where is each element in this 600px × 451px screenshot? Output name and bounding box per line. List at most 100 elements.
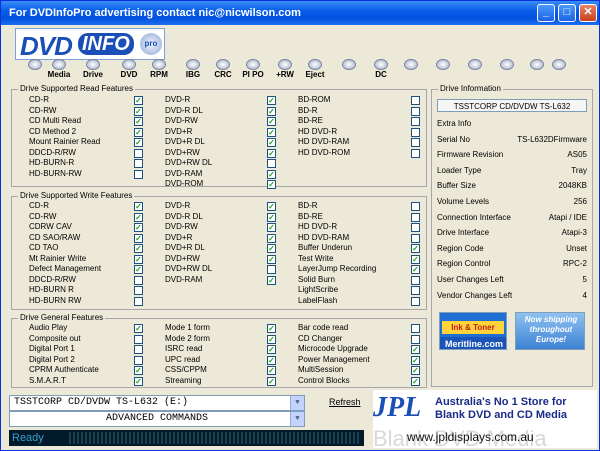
feature-checkbox[interactable]: ✓ [267, 117, 276, 126]
feature-checkbox[interactable]: ✓ [134, 265, 143, 274]
toolbar-button-money[interactable] [545, 59, 573, 79]
feature-checkbox[interactable]: ✓ [134, 233, 143, 243]
feature-checkbox[interactable]: ✓ [267, 376, 276, 386]
toolbar-button-crc[interactable]: CRC [209, 59, 237, 79]
feature-checkbox[interactable] [411, 286, 420, 295]
feature-checkbox[interactable]: ✓ [411, 244, 420, 253]
feature-checkbox[interactable]: ✓ [267, 223, 276, 232]
feature-checkbox[interactable] [134, 345, 143, 354]
feature-checkbox[interactable] [411, 223, 420, 232]
europe-shipping-ad[interactable]: Now shipping throughout Europe! [515, 312, 585, 350]
feature-checkbox[interactable]: ✓ [134, 127, 143, 137]
feature-checkbox[interactable] [411, 275, 420, 285]
feature-checkbox[interactable]: ✓ [411, 366, 420, 375]
feature-checkbox[interactable] [411, 106, 420, 116]
feature-checkbox[interactable]: ✓ [411, 345, 420, 354]
feature-checkbox[interactable]: ✓ [134, 212, 143, 222]
toolbar-button--rw[interactable]: +RW [271, 59, 299, 79]
feature-checkbox[interactable] [411, 212, 420, 222]
toolbar-button-dc[interactable]: DC [367, 59, 395, 79]
feature-checkbox[interactable]: ✓ [267, 148, 276, 158]
feature-checkbox[interactable]: ✓ [267, 275, 276, 285]
refresh-link[interactable]: Refresh [329, 397, 361, 407]
advanced-commands-select[interactable]: ADVANCED COMMANDS ▼ [9, 411, 305, 427]
maximize-button[interactable]: □ [558, 4, 576, 22]
toolbar-button-clipboard[interactable] [397, 59, 425, 79]
dropdown-arrow-icon[interactable]: ▼ [290, 412, 304, 426]
feature-checkbox[interactable]: ✓ [267, 366, 276, 375]
feature-checkbox[interactable]: ✓ [134, 254, 143, 264]
toolbar-button-eject[interactable]: Eject [301, 59, 329, 79]
toolbar-button-edit[interactable] [461, 59, 489, 79]
feature-checkbox[interactable]: ✓ [267, 233, 276, 243]
feature-checkbox[interactable] [134, 286, 143, 295]
feature-checkbox[interactable]: ✓ [267, 244, 276, 253]
drive-select[interactable]: TSSTCORP CD/DVDW TS-L632 (E:) ▼ [9, 395, 305, 411]
toolbar-button-drive[interactable]: Drive [79, 59, 107, 79]
feature-checkbox[interactable] [411, 117, 420, 126]
feature-checkbox[interactable] [134, 169, 143, 179]
toolbar-button-info[interactable] [493, 59, 521, 79]
feature-checkbox[interactable]: ✓ [411, 265, 420, 274]
title-bar[interactable]: For DVDInfoPro advertising contact nic@n… [1, 1, 599, 25]
close-button[interactable]: ✕ [579, 4, 597, 22]
feature-checkbox[interactable]: ✓ [267, 202, 276, 211]
feature-checkbox[interactable]: ✓ [267, 96, 276, 105]
feature-checkbox[interactable] [134, 275, 143, 285]
feature-checkbox[interactable]: ✓ [411, 355, 420, 365]
meritline-ad[interactable]: Ink & Toner Meritline.com [439, 312, 507, 350]
toolbar-button-media[interactable]: Media [45, 59, 73, 79]
feature-checkbox[interactable]: ✓ [134, 202, 143, 211]
drive-info-row: Drive Interface Atapi-3 [437, 225, 587, 240]
dropdown-arrow-icon[interactable]: ▼ [290, 396, 304, 410]
feature-checkbox[interactable]: ✓ [267, 169, 276, 179]
feature-checkbox[interactable]: ✓ [267, 254, 276, 264]
feature-checkbox[interactable] [411, 296, 420, 306]
feature-checkbox[interactable]: ✓ [134, 96, 143, 105]
feature-checkbox[interactable]: ✓ [267, 138, 276, 147]
feature-checkbox[interactable] [411, 202, 420, 211]
feature-checkbox[interactable] [267, 159, 276, 168]
feature-checkbox[interactable]: ✓ [267, 355, 276, 365]
feature-checkbox[interactable] [134, 355, 143, 365]
jpl-ad[interactable]: JPL Australia's No 1 Store for Blank DVD… [373, 390, 597, 448]
toolbar-button-rpm[interactable]: RPM [145, 59, 173, 79]
feature-checkbox[interactable]: ✓ [134, 324, 143, 333]
feature-checkbox[interactable]: ✓ [267, 324, 276, 333]
feature-checkbox[interactable] [411, 96, 420, 105]
feature-checkbox[interactable] [411, 334, 420, 344]
feature-checkbox[interactable] [411, 127, 420, 137]
feature-checkbox[interactable] [411, 233, 420, 243]
feature-label: LightScribe [298, 285, 339, 294]
feature-checkbox[interactable]: ✓ [267, 334, 276, 344]
toolbar-button-disc-burn[interactable] [335, 59, 363, 79]
feature-checkbox[interactable]: ✓ [267, 345, 276, 354]
feature-checkbox[interactable] [411, 324, 420, 333]
feature-checkbox[interactable] [134, 148, 143, 158]
feature-checkbox[interactable]: ✓ [411, 254, 420, 264]
feature-checkbox[interactable] [411, 138, 420, 147]
feature-checkbox[interactable] [411, 148, 420, 158]
feature-checkbox[interactable]: ✓ [267, 127, 276, 137]
feature-checkbox[interactable] [134, 334, 143, 344]
toolbar-label: IBG [185, 70, 201, 79]
toolbar-button-ibg[interactable]: IBG [179, 59, 207, 79]
feature-checkbox[interactable] [267, 265, 276, 274]
feature-checkbox[interactable]: ✓ [267, 212, 276, 222]
toolbar-button-pi-po[interactable]: PI PO [239, 59, 267, 79]
feature-checkbox[interactable]: ✓ [411, 376, 420, 386]
feature-checkbox[interactable]: ✓ [134, 244, 143, 253]
toolbar-button-camera[interactable] [429, 59, 457, 79]
feature-checkbox[interactable]: ✓ [134, 138, 143, 147]
feature-checkbox[interactable]: ✓ [134, 376, 143, 386]
feature-checkbox[interactable] [134, 296, 143, 306]
toolbar-button-dvd[interactable]: DVD [115, 59, 143, 79]
feature-checkbox[interactable]: ✓ [134, 117, 143, 126]
minimize-button[interactable]: _ [537, 4, 555, 22]
feature-checkbox[interactable] [134, 159, 143, 168]
feature-checkbox[interactable]: ✓ [134, 106, 143, 116]
feature-checkbox[interactable]: ✓ [134, 223, 143, 232]
feature-checkbox[interactable]: ✓ [267, 106, 276, 116]
feature-checkbox[interactable]: ✓ [267, 180, 276, 189]
feature-checkbox[interactable]: ✓ [134, 366, 143, 375]
